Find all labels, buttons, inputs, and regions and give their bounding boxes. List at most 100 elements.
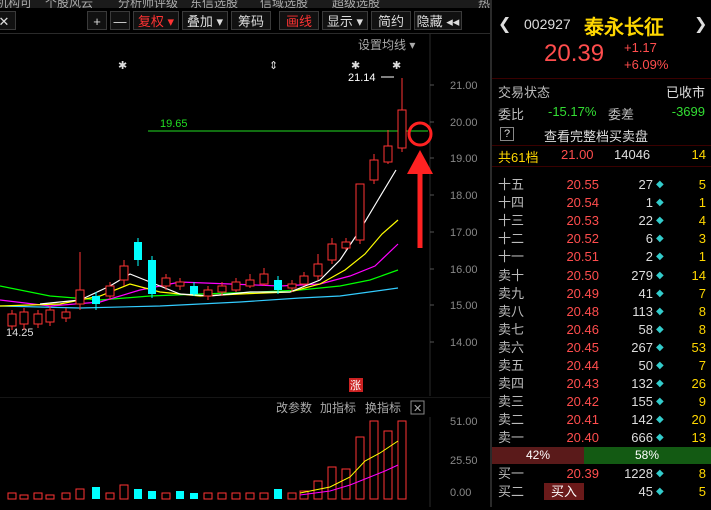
chips-button[interactable]: 筹码 <box>231 11 271 30</box>
help-icon[interactable]: ? <box>500 127 514 141</box>
order-book-row[interactable]: 卖九 20.49 41 ◆ 7 <box>492 285 711 303</box>
annotation-arrow-head <box>407 150 433 174</box>
candle[interactable] <box>327 243 337 261</box>
zoom-out-button[interactable]: — <box>110 11 130 30</box>
candle[interactable] <box>313 263 323 277</box>
candle[interactable] <box>299 275 309 285</box>
display-dropdown[interactable]: 显示 ▾ <box>322 11 368 30</box>
close-button[interactable]: ✕ <box>0 11 16 30</box>
order-book-row[interactable]: 卖四 20.43 132 ◆ 26 <box>492 375 711 393</box>
divider <box>492 166 711 167</box>
prev-stock-icon[interactable]: ❮ <box>498 14 511 34</box>
menu-item[interactable]: 分析师评级 <box>118 0 178 8</box>
order-book-row[interactable]: 卖一 20.40 666 ◆ 13 <box>492 429 711 447</box>
level-price: 20.46 <box>566 321 599 337</box>
candle[interactable] <box>231 281 241 291</box>
order-book-row[interactable]: 卖八 20.48 113 ◆ 8 <box>492 303 711 321</box>
full-order-book-link[interactable]: 查看完整档买卖盘 <box>544 126 648 145</box>
level-marker-icon: ◆ <box>656 305 664 317</box>
candle[interactable] <box>148 260 156 294</box>
candle[interactable] <box>175 281 185 287</box>
level-price: 20.48 <box>566 303 599 319</box>
next-stock-icon[interactable]: ❯ <box>694 14 707 34</box>
star-marker[interactable]: ✱ <box>351 60 360 72</box>
level-label: 卖二 <box>498 412 525 428</box>
buy-button[interactable]: 买入 <box>544 483 584 500</box>
menu-item[interactable]: 东信选股 <box>190 0 238 8</box>
draw-line-button[interactable]: 画线 <box>279 11 319 30</box>
price-axis-tick: 17.00 <box>450 227 478 239</box>
change-params-button[interactable]: 改参数 <box>276 400 312 415</box>
order-book-row[interactable]: 买一 20.39 1228 ◆ 8 <box>492 465 711 483</box>
hide-button[interactable]: 隐藏 ◂◂ <box>414 11 462 30</box>
price-axis-tick: 18.00 <box>450 190 478 202</box>
candle[interactable] <box>217 285 227 293</box>
menu-item[interactable]: 机构可 <box>0 0 32 8</box>
volume-axis-tick: 51.00 <box>450 416 478 428</box>
candle[interactable] <box>134 242 142 260</box>
candle[interactable] <box>119 265 129 281</box>
candle[interactable] <box>45 309 55 323</box>
candle[interactable] <box>274 280 282 290</box>
level-price: 20.44 <box>566 358 599 373</box>
menu-item[interactable]: 热点追击 <box>478 0 490 8</box>
event-marker[interactable]: ⇕ <box>269 60 278 72</box>
order-book-row[interactable]: 卖六 20.45 267 ◆ 53 <box>492 339 711 357</box>
candle[interactable] <box>92 296 100 304</box>
zoom-in-button[interactable]: + <box>87 11 107 30</box>
candle[interactable] <box>259 273 269 285</box>
divider <box>492 78 711 79</box>
candle[interactable] <box>105 285 115 297</box>
candle[interactable] <box>203 289 213 297</box>
order-book-row[interactable]: 卖十 20.50 279 ◆ 14 <box>492 267 711 285</box>
volume-bar <box>92 487 100 499</box>
volume-chart[interactable]: 改参数 加指标 换指标 ✕ 51.00 25.50 0.00 <box>0 396 490 507</box>
star-marker[interactable]: ✱ <box>118 60 127 72</box>
menu-item[interactable]: 超级选股 <box>332 0 380 8</box>
candle[interactable] <box>190 286 198 294</box>
close-icon[interactable]: ✕ <box>413 403 422 415</box>
ma-settings-button[interactable]: 设置均线 ▾ <box>358 38 415 52</box>
order-book-row[interactable]: 十四 20.54 1 ◆ 1 <box>492 194 711 212</box>
moving-averages <box>0 169 399 309</box>
weicha-label: 委差 <box>608 107 635 122</box>
order-book-row[interactable]: 十二 20.52 6 ◆ 3 <box>492 230 711 248</box>
order-book-row[interactable]: 十一 20.51 2 ◆ 1 <box>492 248 711 266</box>
candle[interactable] <box>341 241 351 249</box>
candle[interactable] <box>369 159 379 181</box>
order-book-row[interactable]: 卖五 20.44 50 ◆ 7 <box>492 357 711 375</box>
candle[interactable] <box>355 183 365 241</box>
volume-axis-tick: 0.00 <box>450 487 471 499</box>
order-book-row[interactable]: 十三 20.53 22 ◆ 4 <box>492 212 711 230</box>
candle[interactable] <box>287 283 297 289</box>
candle[interactable] <box>383 145 393 163</box>
order-book-row[interactable]: 买二 45 ◆ 5 <box>492 483 711 501</box>
candle[interactable] <box>245 279 255 287</box>
level-count: 5 <box>698 177 706 192</box>
overlay-dropdown[interactable]: 叠加 ▾ <box>182 11 228 30</box>
order-book-row[interactable]: 十五 20.55 27 ◆ 5 <box>492 176 711 194</box>
level-marker-icon: ◆ <box>656 360 664 371</box>
order-book-row[interactable]: 卖七 20.46 58 ◆ 8 <box>492 321 711 339</box>
order-book-row[interactable]: 卖三 20.42 155 ◆ 9 <box>492 393 711 411</box>
candle[interactable] <box>19 311 29 325</box>
price-axis-tick: 14.00 <box>450 337 478 349</box>
level-price: 20.54 <box>566 195 599 211</box>
swap-indicator-button[interactable]: 换指标 <box>365 400 401 415</box>
candle[interactable] <box>33 313 43 325</box>
price-axis-tick: 21.00 <box>450 80 478 92</box>
brief-button[interactable]: 简约 <box>371 11 411 30</box>
candle[interactable] <box>75 289 85 305</box>
volume-bar <box>134 489 142 499</box>
candle[interactable] <box>161 277 171 287</box>
volume-bar <box>119 484 129 500</box>
candle[interactable] <box>61 311 71 319</box>
fuquan-dropdown[interactable]: 复权 ▾ <box>133 11 179 30</box>
order-book-row[interactable]: 卖二 20.41 142 ◆ 20 <box>492 411 711 429</box>
star-marker[interactable]: ✱ <box>392 60 401 72</box>
menu-item[interactable]: 信域选股 <box>260 0 308 8</box>
add-indicator-button[interactable]: 加指标 <box>320 400 356 415</box>
candle[interactable] <box>7 313 17 327</box>
menu-item[interactable]: 个股风云 <box>45 0 93 8</box>
level-volume: 267 <box>631 339 653 355</box>
